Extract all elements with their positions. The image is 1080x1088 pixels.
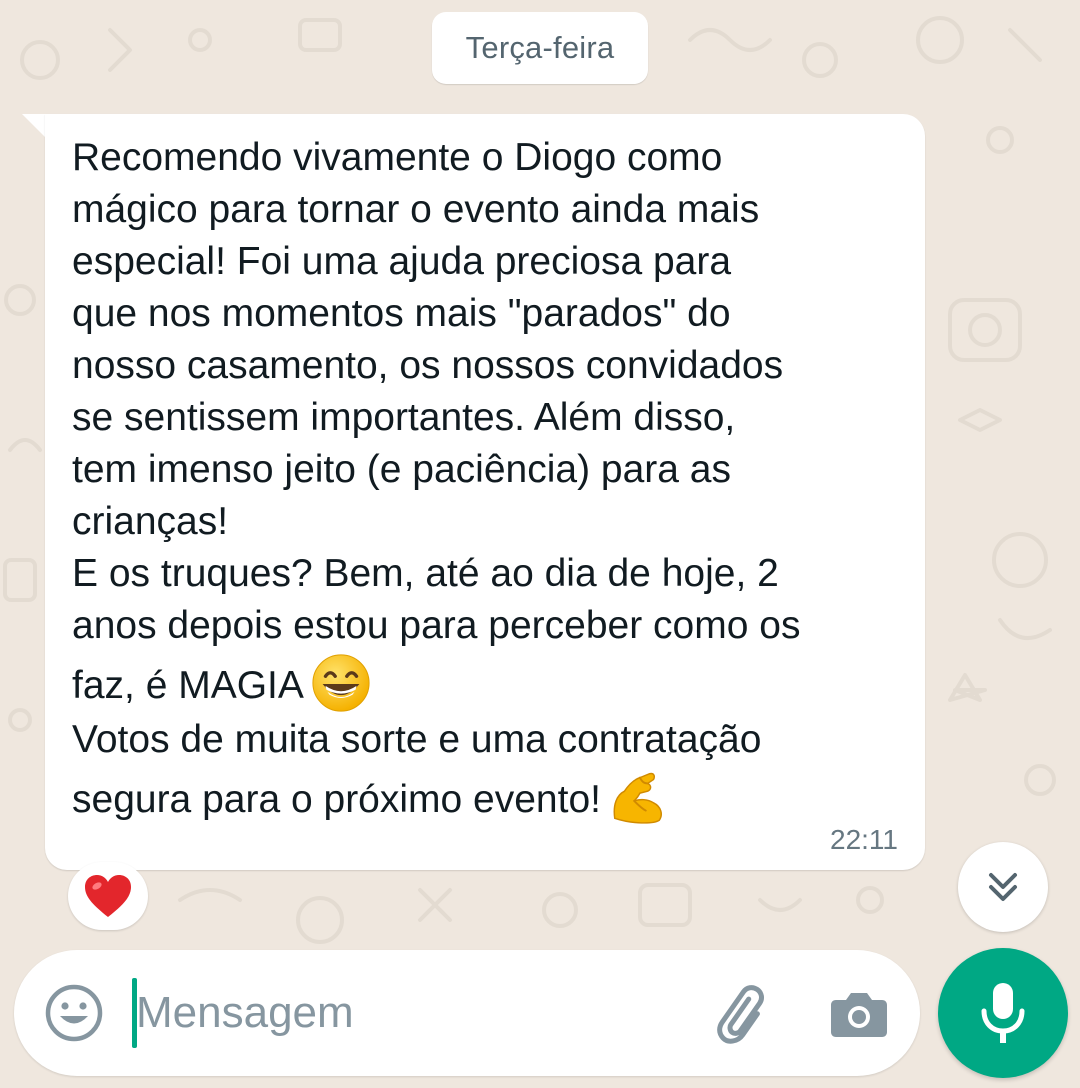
message-paragraph-1: Recomendo vivamente o Diogo como mágico … bbox=[72, 136, 801, 707]
paperclip-icon bbox=[717, 985, 764, 1044]
incoming-message-bubble[interactable]: Recomendo vivamente o Diogo como mágico … bbox=[45, 114, 925, 870]
grinning-face-emoji-icon bbox=[310, 652, 372, 714]
message-text: Recomendo vivamente o Diogo como mágico … bbox=[72, 132, 912, 828]
date-divider: Terça-feira bbox=[432, 12, 648, 84]
message-composer bbox=[14, 950, 920, 1076]
attach-button[interactable] bbox=[704, 981, 774, 1045]
microphone-icon bbox=[981, 983, 1025, 1043]
double-chevron-down-icon bbox=[989, 873, 1017, 901]
camera-icon bbox=[831, 993, 887, 1037]
scroll-to-bottom-button[interactable] bbox=[958, 842, 1048, 932]
date-divider-label: Terça-feira bbox=[465, 30, 615, 65]
red-heart-icon bbox=[85, 875, 131, 917]
flexed-biceps-emoji-icon bbox=[607, 766, 669, 828]
smiley-icon bbox=[45, 984, 103, 1042]
message-timestamp: 22:11 bbox=[830, 824, 898, 855]
camera-button[interactable] bbox=[824, 981, 894, 1045]
emoji-button[interactable] bbox=[42, 981, 106, 1045]
message-input[interactable] bbox=[134, 968, 696, 1058]
message-reaction[interactable] bbox=[68, 862, 148, 930]
voice-message-button[interactable] bbox=[938, 948, 1068, 1078]
